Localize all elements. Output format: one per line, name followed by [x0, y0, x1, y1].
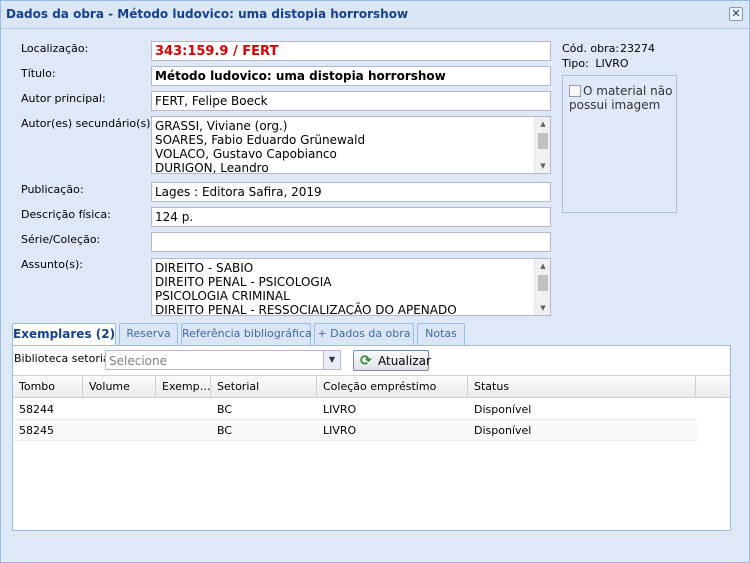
titulo-field[interactable]: Método ludovico: uma distopia horrorshow [151, 66, 551, 86]
column-header-status[interactable]: Status [468, 376, 696, 398]
scroll-up-icon[interactable]: ▲ [535, 260, 550, 272]
tipo-value: LIVRO [595, 57, 629, 70]
window-title: Dados da obra - Método ludovico: uma dis… [6, 7, 409, 21]
assuntos-field[interactable]: DIREITO - SABIO DIREITO PENAL - PSICOLOG… [151, 258, 551, 316]
close-icon[interactable]: ✕ [729, 7, 743, 21]
cell-colecao: LIVRO [323, 424, 357, 437]
cell-exemplar [156, 420, 162, 441]
list-item: PSICOLOGIA CRIMINAL [155, 289, 290, 303]
cell-volume [83, 420, 89, 441]
list-item: DIREITO PENAL - PSICOLOGIA [155, 275, 332, 289]
column-header-setorial[interactable]: Setorial [211, 376, 317, 398]
localizacao-label: Localização: [21, 42, 89, 55]
publicacao-label: Publicação: [21, 183, 84, 196]
scroll-up-icon[interactable]: ▲ [535, 118, 550, 130]
chevron-down-icon[interactable]: ▼ [323, 351, 340, 369]
cod-obra: Cód. obra: 23274 [562, 42, 655, 55]
cod-obra-value: 23274 [620, 42, 655, 55]
serie-colecao-label: Série/Coleção: [21, 233, 101, 246]
tab-exemplares[interactable]: Exemplares (2) [12, 323, 116, 346]
autor-principal-label: Autor principal: [21, 92, 106, 105]
biblioteca-label: Biblioteca setorial: [14, 352, 117, 365]
broken-image-icon [569, 85, 581, 97]
cell-setorial: BC [217, 403, 233, 416]
scroll-thumb[interactable] [538, 275, 548, 291]
cover-image-alt: O material não possui imagem [569, 84, 673, 112]
autores-secundarios-label: Autor(es) secundário(s): [21, 117, 155, 130]
serie-colecao-field[interactable] [151, 232, 551, 252]
cover-image-placeholder: O material não possui imagem [569, 84, 674, 112]
localizacao-field[interactable]: 343:159.9 / FERT [151, 41, 551, 61]
cell-setorial: BC [217, 424, 233, 437]
list-item: SOARES, Fabio Eduardo Grünewald [155, 133, 366, 147]
scroll-down-icon[interactable]: ▼ [535, 160, 550, 172]
cell-exemplar [156, 399, 162, 420]
scroll-down-icon[interactable]: ▼ [535, 302, 550, 314]
tab-referencia[interactable]: Referência bibliográfica [181, 323, 312, 345]
atualizar-button[interactable]: ⟳ Atualizar [353, 350, 431, 371]
list-item: DIREITO PENAL - RESSOCIALIZAÇÃO DO APENA… [155, 303, 457, 316]
cell-tombo: 58244 [19, 403, 54, 416]
list-item: DIREITO - SABIO [155, 261, 254, 275]
titulo-label: Título: [21, 67, 56, 80]
publicacao-field[interactable]: Lages : Editora Safira, 2019 [151, 182, 551, 202]
grid-header: Tombo Volume Exemp… Setorial Coleção emp… [13, 375, 730, 398]
column-header-exemplar[interactable]: Exemp… [156, 376, 211, 398]
column-header-tombo[interactable]: Tombo [13, 376, 83, 398]
scroll-thumb[interactable] [538, 133, 548, 149]
descricao-fisica-field[interactable]: 124 p. [151, 207, 551, 227]
cod-obra-label: Cód. obra: [562, 42, 620, 55]
tab-reserva[interactable]: Reserva [119, 323, 178, 345]
biblioteca-placeholder: Selecione [109, 354, 167, 368]
atualizar-label: Atualizar [378, 354, 431, 368]
tipo-obra: Tipo: LIVRO [562, 57, 629, 70]
biblioteca-select[interactable]: Selecione ▼ [105, 350, 341, 370]
tab-notas[interactable]: Notas [417, 323, 465, 345]
autores-secundarios-field[interactable]: GRASSI, Viviane (org.) SOARES, Fabio Edu… [151, 116, 551, 174]
scrollbar[interactable]: ▲ ▼ [534, 259, 550, 315]
work-details-window: Dados da obra - Método ludovico: uma dis… [0, 0, 750, 563]
cell-colecao: LIVRO [323, 403, 357, 416]
window-titlebar: Dados da obra - Método ludovico: uma dis… [1, 1, 749, 29]
descricao-fisica-label: Descrição física: [21, 208, 111, 221]
table-row[interactable]: 58245 BC LIVRO Disponível [13, 420, 698, 441]
autor-principal-field[interactable]: FERT, Felipe Boeck [151, 91, 551, 111]
exemplares-panel: Biblioteca setorial: Selecione ▼ ⟳ Atual… [12, 345, 731, 531]
assuntos-label: Assunto(s): [21, 258, 83, 271]
tab-dados-obra[interactable]: + Dados da obra [314, 323, 414, 345]
scrollbar[interactable]: ▲ ▼ [534, 117, 550, 173]
exemplares-toolbar: Biblioteca setorial: Selecione ▼ ⟳ Atual… [13, 346, 730, 374]
cover-image-box: O material não possui imagem [562, 75, 677, 213]
cell-status: Disponível [474, 424, 532, 437]
column-header-colecao[interactable]: Coleção empréstimo [317, 376, 468, 398]
list-item: GRASSI, Viviane (org.) [155, 119, 288, 133]
list-item: DURIGON, Leandro [155, 161, 269, 174]
cell-volume [83, 399, 89, 420]
refresh-icon: ⟳ [360, 353, 372, 369]
tipo-label: Tipo: [562, 57, 589, 70]
table-row[interactable]: 58244 BC LIVRO Disponível [13, 399, 698, 420]
cell-tombo: 58245 [19, 424, 54, 437]
list-item: VOLACO, Gustavo Capobianco [155, 147, 337, 161]
cell-status: Disponível [474, 403, 532, 416]
column-header-volume[interactable]: Volume [83, 376, 156, 398]
